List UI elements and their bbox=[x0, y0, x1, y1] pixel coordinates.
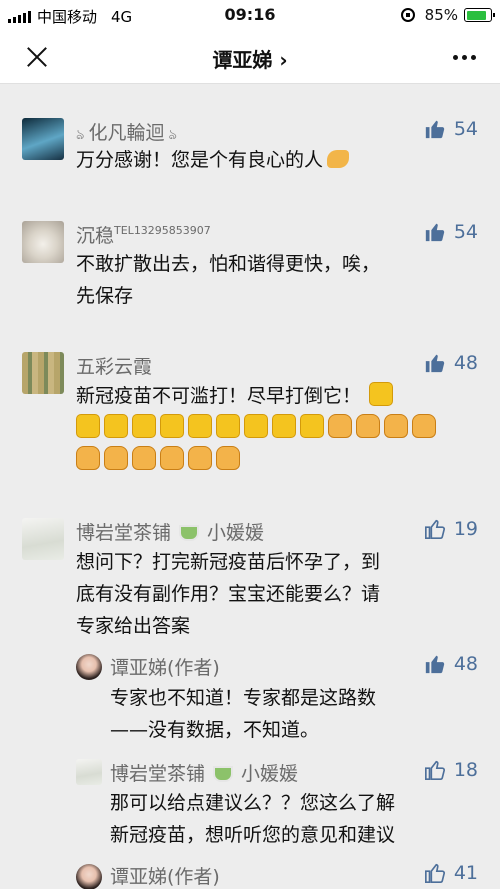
thumbs-up-outline-icon bbox=[424, 760, 445, 780]
like-button[interactable]: 54 bbox=[424, 221, 478, 243]
thumbs-up-icon bbox=[425, 223, 445, 242]
avatar[interactable] bbox=[22, 221, 64, 263]
status-bar: 中国移动 4G 09:16 85% bbox=[0, 0, 500, 30]
like-count: 54 bbox=[453, 221, 478, 243]
thumbs-up-icon bbox=[425, 354, 445, 373]
like-count: 19 bbox=[453, 518, 478, 540]
like-count: 18 bbox=[453, 759, 478, 781]
tea-emoji bbox=[179, 525, 200, 541]
avatar[interactable] bbox=[22, 118, 64, 160]
raised-fist-emoji bbox=[160, 446, 184, 470]
like-button[interactable]: 41 bbox=[424, 862, 478, 884]
comment-author[interactable]: 谭亚娣(作者) bbox=[110, 653, 220, 680]
flexed-biceps-emoji bbox=[188, 414, 212, 438]
flexed-biceps-emoji bbox=[132, 414, 156, 438]
comment-author[interactable]: 博岩堂茶铺 小媛媛 bbox=[76, 518, 264, 545]
avatar[interactable] bbox=[22, 518, 64, 560]
comment-author[interactable]: 沉稳TEL13295853907 bbox=[76, 221, 211, 248]
like-count: 48 bbox=[453, 653, 478, 675]
thumbs-up-icon bbox=[425, 120, 445, 139]
raised-fist-emoji bbox=[132, 446, 156, 470]
raised-fist-emoji bbox=[76, 446, 100, 470]
comment-text: 新冠疫苗不可滥打！尽早打倒它！ bbox=[76, 380, 476, 476]
flexed-biceps-emoji bbox=[272, 414, 296, 438]
flexed-biceps-emoji bbox=[216, 414, 240, 438]
flexed-biceps-emoji bbox=[300, 414, 324, 438]
ok-hand-emoji bbox=[327, 150, 350, 168]
like-button[interactable]: 48 bbox=[424, 352, 478, 374]
raised-fist-emoji bbox=[384, 414, 408, 438]
page-title[interactable]: 谭亚娣 › bbox=[0, 44, 500, 73]
raised-fist-emoji bbox=[412, 414, 436, 438]
flexed-biceps-emoji bbox=[244, 414, 268, 438]
comment-text: 专家也不知道！专家都是这路数 ——没有数据，不知道。 bbox=[110, 687, 377, 741]
comment-text: 想问下？打完新冠疫苗后怀孕了，到 底有没有副作用？宝宝还能要么？请 专家给出答案 bbox=[76, 551, 381, 637]
like-count: 41 bbox=[453, 862, 478, 884]
thumbs-up-icon bbox=[425, 655, 445, 674]
battery-icon bbox=[464, 8, 495, 22]
avatar[interactable] bbox=[76, 864, 102, 889]
comment-text: 万分感谢！您是个有良心的人 bbox=[76, 144, 350, 176]
raised-fist-emoji bbox=[188, 446, 212, 470]
nav-bar: 谭亚娣 › bbox=[0, 30, 500, 84]
comment-author[interactable]: 谭亚娣(作者) bbox=[110, 862, 220, 889]
author-suffix: TEL13295853907 bbox=[114, 224, 211, 237]
avatar[interactable] bbox=[76, 759, 102, 785]
comment-author[interactable]: 五彩云霞 bbox=[76, 352, 152, 379]
more-icon[interactable] bbox=[453, 55, 476, 60]
tea-emoji bbox=[213, 766, 234, 782]
status-right: 85% bbox=[400, 6, 495, 24]
raised-fist-emoji bbox=[328, 414, 352, 438]
like-count: 48 bbox=[453, 352, 478, 374]
flexed-biceps-emoji bbox=[369, 382, 394, 406]
like-button[interactable]: 48 bbox=[424, 653, 478, 675]
author-suffix: 小媛媛 bbox=[207, 522, 265, 544]
comment-text: 不敢扩散出去，怕和谐得更快，唉， 先保存 bbox=[76, 253, 381, 307]
comment-text: 那可以给点建议么？？您这么了解 新冠疫苗，想听听您的意见和建议 bbox=[110, 792, 396, 846]
like-button[interactable]: 54 bbox=[424, 118, 478, 140]
raised-fist-emoji bbox=[356, 414, 380, 438]
author-suffix: 小媛媛 bbox=[241, 763, 299, 785]
flexed-biceps-emoji bbox=[160, 414, 184, 438]
like-button[interactable]: 18 bbox=[424, 759, 478, 781]
raised-fist-emoji bbox=[104, 446, 128, 470]
avatar[interactable] bbox=[76, 654, 102, 680]
like-count: 54 bbox=[453, 118, 478, 140]
flexed-biceps-emoji bbox=[104, 414, 128, 438]
comment-author[interactable]: 博岩堂茶铺 小媛媛 bbox=[110, 759, 298, 786]
raised-fist-emoji bbox=[216, 446, 240, 470]
flexed-biceps-emoji bbox=[76, 414, 100, 438]
thumbs-up-outline-icon bbox=[424, 863, 445, 883]
battery-percent: 85% bbox=[424, 6, 458, 24]
like-button[interactable]: 19 bbox=[424, 518, 478, 540]
thumbs-up-outline-icon bbox=[424, 519, 445, 539]
rotation-lock-icon bbox=[400, 8, 415, 22]
avatar[interactable] bbox=[22, 352, 64, 394]
comment-author[interactable]: ঌ 化凡輪迴 ঌ bbox=[76, 118, 177, 147]
